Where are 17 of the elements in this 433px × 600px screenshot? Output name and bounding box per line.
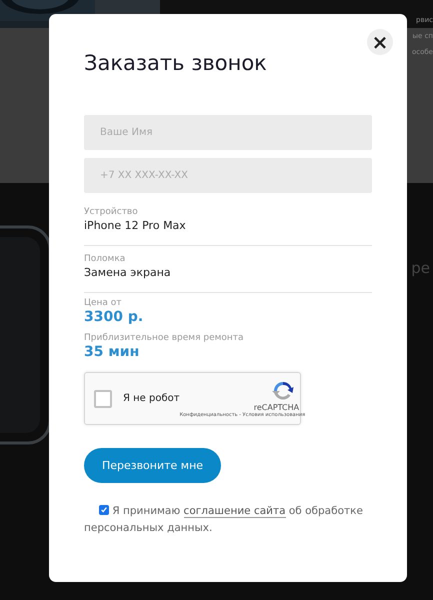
detail-label: Устройство [84, 206, 139, 218]
captcha-brand: reCAPTCHA [254, 403, 300, 412]
agreement-link[interactable]: соглашение сайта [184, 505, 286, 518]
consent-text: Я принимаю соглашение сайта об обработке персональных данных. [84, 504, 364, 536]
detail-label: Цена от [84, 297, 123, 309]
detail-label: Приблизительное время ремонта [84, 332, 245, 344]
input-field[interactable]: Ваше Имя [84, 115, 372, 150]
input-field[interactable]: +7 XX XXX-XX-XX [84, 158, 372, 193]
detail-value: iPhone 12 Pro Max [84, 218, 187, 233]
detail-label: Поломка [84, 253, 126, 265]
close-button[interactable]: × [367, 29, 393, 55]
submit-button[interactable]: Перезвоните мне [84, 448, 221, 483]
detail-value: 3300 р. [84, 309, 144, 326]
detail-value: 35 мин [84, 344, 140, 361]
dialog-title: Заказать звонок [84, 50, 268, 76]
captcha-label: Я не робот [123, 393, 180, 404]
detail-value: Замена экрана [84, 265, 172, 280]
